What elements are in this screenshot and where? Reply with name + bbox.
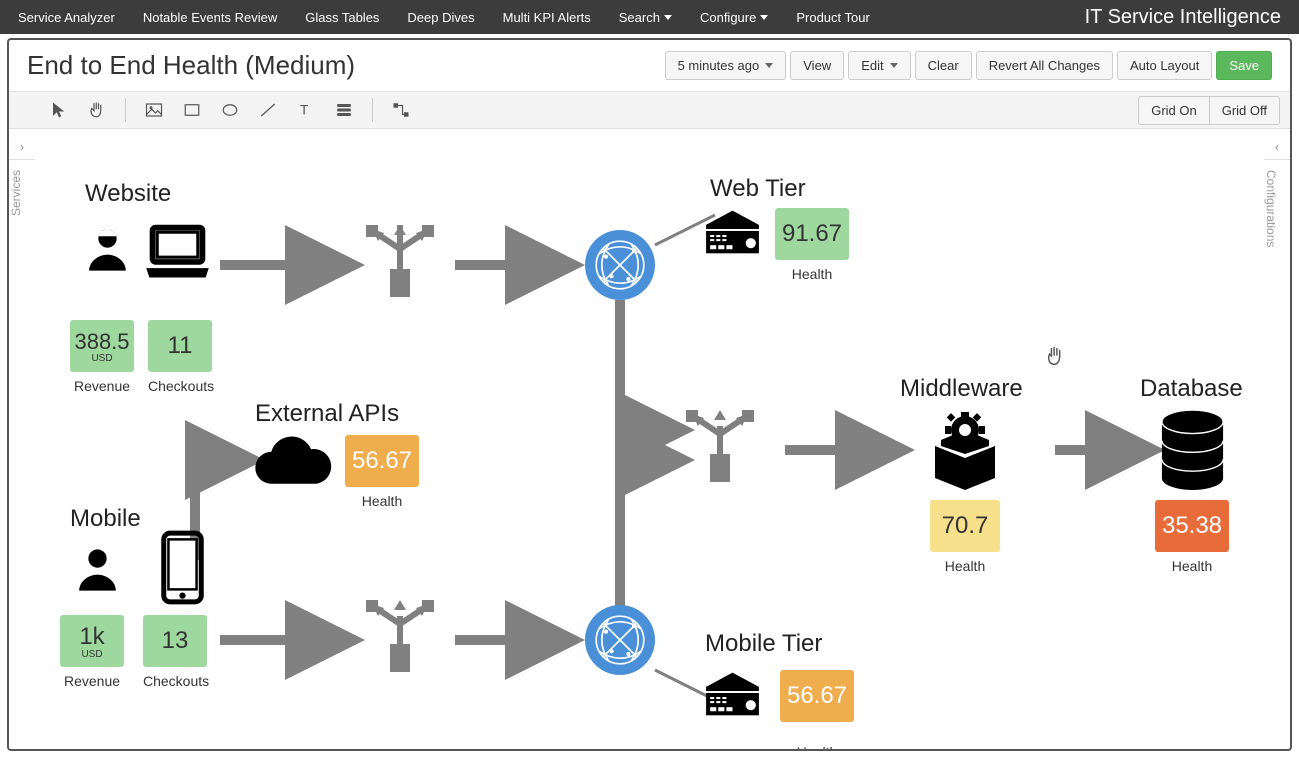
database-icon: [1155, 410, 1230, 490]
nav-glass-tables[interactable]: Glass Tables: [305, 10, 379, 25]
globe-icon: [585, 605, 655, 675]
glass-table-canvas[interactable]: Website 388.5USD Revenue 11 Checkouts Mo…: [45, 170, 1254, 749]
web-tier-health-kpi[interactable]: 91.67 Health: [775, 208, 849, 282]
load-balancer-icon: [360, 600, 440, 680]
edit-button[interactable]: Edit: [848, 51, 910, 80]
page-header: End to End Health (Medium) 5 minutes ago…: [9, 40, 1290, 91]
middleware-title: Middleware: [900, 375, 1023, 403]
user-icon: [70, 540, 125, 600]
chevron-left-icon: ‹: [1264, 134, 1290, 160]
rect-tool[interactable]: [182, 100, 202, 120]
mobile-tier-health-kpi[interactable]: 56.67 Health: [780, 670, 854, 749]
save-button[interactable]: Save: [1216, 51, 1272, 80]
ext-api-title: External APIs: [255, 400, 399, 428]
services-panel-toggle[interactable]: › Services: [9, 134, 35, 226]
line-tool[interactable]: [258, 100, 278, 120]
website-title: Website: [85, 180, 171, 208]
website-revenue-kpi[interactable]: 388.5USD Revenue: [70, 320, 134, 394]
user-icon: [80, 220, 135, 280]
chevron-down-icon: [890, 63, 898, 68]
top-nav: Service Analyzer Notable Events Review G…: [0, 0, 1299, 34]
clear-button[interactable]: Clear: [915, 51, 972, 80]
cloud-icon: [250, 435, 335, 490]
text-tool[interactable]: T: [296, 100, 316, 120]
load-balancer-icon: [680, 410, 760, 490]
chevron-right-icon: ›: [9, 134, 35, 160]
grid-off-button[interactable]: Grid Off: [1210, 96, 1280, 125]
server-icon: [700, 208, 765, 258]
nav-deep-dives[interactable]: Deep Dives: [407, 10, 474, 25]
image-tool[interactable]: [144, 100, 164, 120]
page-title: End to End Health (Medium): [27, 50, 661, 81]
phone-icon: [160, 530, 205, 605]
mobile-tier-title: Mobile Tier: [705, 630, 822, 658]
chevron-down-icon: [664, 15, 672, 20]
ext-api-health-kpi[interactable]: 56.67 Health: [345, 435, 419, 509]
editor-toolbar: T Grid On Grid Off: [9, 91, 1290, 129]
revert-button[interactable]: Revert All Changes: [976, 51, 1113, 80]
server-icon: [700, 670, 765, 720]
brand-title: IT Service Intelligence: [1085, 6, 1281, 29]
auto-layout-button[interactable]: Auto Layout: [1117, 51, 1212, 80]
select-tool[interactable]: [49, 100, 69, 120]
nav-notable-events[interactable]: Notable Events Review: [143, 10, 277, 25]
svg-text:T: T: [300, 103, 308, 118]
globe-icon: [585, 230, 655, 300]
chevron-down-icon: [760, 15, 768, 20]
nav-configure[interactable]: Configure: [700, 10, 768, 25]
nav-search[interactable]: Search: [619, 10, 672, 25]
configurations-panel-toggle[interactable]: ‹ Configurations: [1264, 134, 1290, 257]
pan-tool[interactable]: [87, 100, 107, 120]
connector-tool[interactable]: [391, 100, 411, 120]
mobile-title: Mobile: [70, 505, 141, 533]
web-tier-title: Web Tier: [710, 175, 806, 203]
laptop-icon: [140, 220, 215, 285]
grid-on-button[interactable]: Grid On: [1138, 96, 1210, 125]
pan-cursor-icon: [1045, 345, 1067, 367]
nav-service-analyzer[interactable]: Service Analyzer: [18, 10, 115, 25]
chevron-down-icon: [765, 63, 773, 68]
database-health-kpi[interactable]: 35.38 Health: [1155, 500, 1229, 574]
list-tool[interactable]: [334, 100, 354, 120]
nav-multi-kpi[interactable]: Multi KPI Alerts: [503, 10, 591, 25]
middleware-health-kpi[interactable]: 70.7 Health: [930, 500, 1000, 574]
database-title: Database: [1140, 375, 1243, 403]
middleware-icon: [925, 410, 1005, 490]
time-range-picker[interactable]: 5 minutes ago: [665, 51, 787, 80]
nav-product-tour[interactable]: Product Tour: [796, 10, 869, 25]
website-checkouts-kpi[interactable]: 11 Checkouts: [148, 320, 214, 394]
load-balancer-icon: [360, 225, 440, 305]
mobile-checkouts-kpi[interactable]: 13 Checkouts: [143, 615, 209, 689]
view-button[interactable]: View: [790, 51, 844, 80]
main-frame: End to End Health (Medium) 5 minutes ago…: [7, 38, 1292, 751]
mobile-revenue-kpi[interactable]: 1kUSD Revenue: [60, 615, 124, 689]
ellipse-tool[interactable]: [220, 100, 240, 120]
